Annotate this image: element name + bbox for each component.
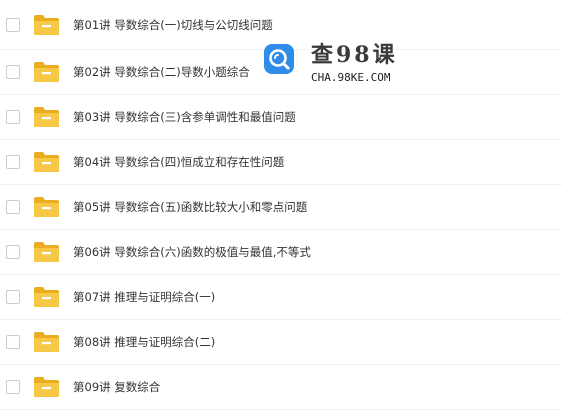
folder-icon (34, 377, 59, 397)
row-checkbox[interactable] (6, 290, 20, 304)
file-name[interactable]: 第09讲 复数综合 (73, 379, 160, 395)
file-row[interactable]: 第09讲 复数综合 (0, 365, 562, 410)
file-name[interactable]: 第01讲 导数综合(一)切线与公切线问题 (73, 17, 273, 33)
file-row[interactable]: 第08讲 推理与证明综合(二) (0, 320, 562, 365)
folder-icon (34, 332, 59, 352)
folder-icon (34, 107, 59, 127)
row-checkbox[interactable] (6, 245, 20, 259)
watermark-title: 查98课 (311, 42, 398, 68)
file-row[interactable]: 第04讲 导数综合(四)恒成立和存在性问题 (0, 140, 562, 185)
file-row[interactable]: 第03讲 导数综合(三)含参单调性和最值问题 (0, 95, 562, 140)
folder-icon (34, 197, 59, 217)
folder-icon (34, 287, 59, 307)
watermark-url: CHA.98KE.COM (311, 71, 391, 84)
cha98ke-logo-icon (264, 44, 294, 74)
row-checkbox[interactable] (6, 110, 20, 124)
row-checkbox[interactable] (6, 380, 20, 394)
row-checkbox[interactable] (6, 335, 20, 349)
file-name[interactable]: 第04讲 导数综合(四)恒成立和存在性问题 (73, 154, 284, 170)
file-row[interactable]: 第07讲 推理与证明综合(一) (0, 275, 562, 320)
file-row[interactable]: 第05讲 导数综合(五)函数比较大小和零点问题 (0, 185, 562, 230)
row-checkbox[interactable] (6, 155, 20, 169)
row-checkbox[interactable] (6, 17, 20, 32)
folder-icon (34, 14, 59, 35)
file-row[interactable]: 第06讲 导数综合(六)函数的极值与最值,不等式 (0, 230, 562, 275)
row-checkbox[interactable] (6, 200, 20, 214)
file-name[interactable]: 第02讲 导数综合(二)导数小题综合 (73, 64, 250, 80)
folder-icon (34, 152, 59, 172)
file-name[interactable]: 第03讲 导数综合(三)含参单调性和最值问题 (73, 109, 296, 125)
file-name[interactable]: 第06讲 导数综合(六)函数的极值与最值,不等式 (73, 244, 311, 260)
row-checkbox[interactable] (6, 65, 20, 79)
file-name[interactable]: 第05讲 导数综合(五)函数比较大小和零点问题 (73, 199, 307, 215)
file-name[interactable]: 第08讲 推理与证明综合(二) (73, 334, 215, 350)
file-name[interactable]: 第07讲 推理与证明综合(一) (73, 289, 215, 305)
folder-icon (34, 242, 59, 262)
folder-icon (34, 62, 59, 82)
watermark: 查98课 CHA.98KE.COM (264, 38, 414, 88)
